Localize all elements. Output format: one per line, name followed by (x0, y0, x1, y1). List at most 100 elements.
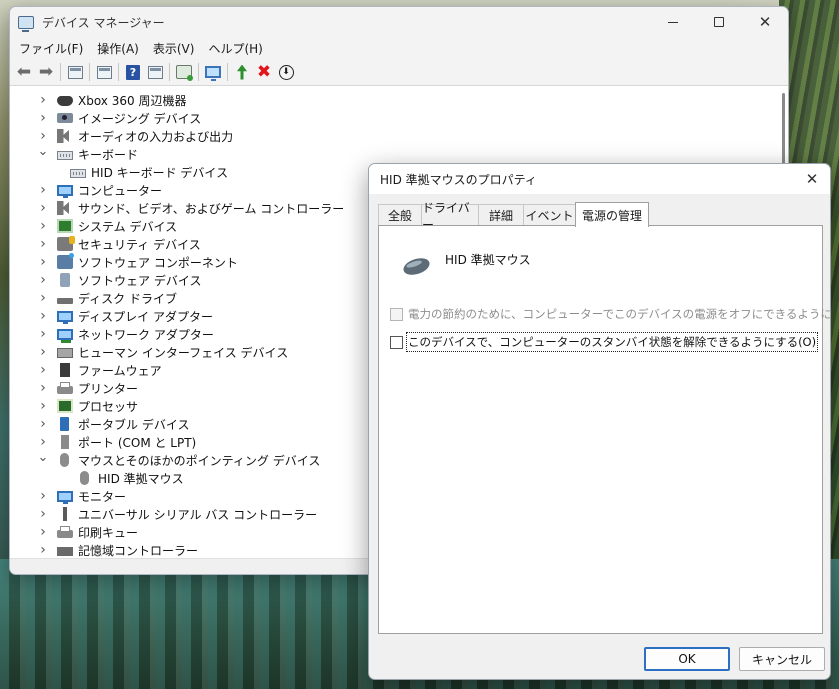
chevron-right-icon[interactable]: › (36, 380, 50, 396)
tree-category-item[interactable]: › ソフトウェア デバイス (36, 271, 201, 289)
tab-power-management[interactable]: 電源の管理 (575, 202, 649, 227)
menu-help[interactable]: ヘルプ(H) (201, 40, 269, 57)
mouse-icon (401, 254, 432, 278)
tree-category-item[interactable]: › セキュリティ デバイス (36, 235, 201, 253)
tree-category-item[interactable]: › ディスプレイ アダプター (36, 307, 213, 325)
tree-category-item[interactable]: › ポート (COM と LPT) (36, 433, 196, 451)
chevron-right-icon[interactable]: › (36, 434, 50, 450)
chevron-right-icon[interactable]: › (36, 218, 50, 234)
properties-button[interactable] (93, 61, 115, 83)
chevron-right-icon[interactable]: › (36, 344, 50, 360)
port-icon (61, 435, 69, 449)
dialog-close-button[interactable]: ✕ (794, 170, 830, 188)
security-icon (57, 236, 75, 251)
delete-x-icon: ✖ (256, 61, 272, 82)
tree-device-item[interactable]: HID キーボード デバイス (70, 163, 228, 181)
ok-button[interactable]: OK (644, 647, 730, 671)
chevron-right-icon[interactable]: › (36, 272, 50, 288)
uninstall-device-button[interactable]: ✖ (253, 61, 275, 83)
device-name: HID 準拠マウス (445, 253, 531, 267)
update-driver-button[interactable] (231, 61, 253, 83)
chevron-right-icon[interactable]: › (36, 488, 50, 504)
chevron-right-icon[interactable]: › (36, 128, 50, 144)
chevron-right-icon[interactable]: › (36, 92, 50, 108)
action-pane-button[interactable] (144, 61, 166, 83)
tree-category-item[interactable]: › ネットワーク アダプター (36, 325, 214, 343)
tree-category-item[interactable]: › Xbox 360 周辺機器 (36, 91, 186, 109)
toolbar-separator (60, 63, 61, 81)
chevron-right-icon[interactable]: › (36, 236, 50, 252)
tree-category-item[interactable]: › イメージング デバイス (36, 109, 201, 127)
tree-category-item[interactable]: › モニター (36, 487, 126, 505)
tree-item-label: 印刷キュー (78, 525, 139, 540)
tab-general[interactable]: 全般 (378, 204, 422, 226)
forward-button[interactable]: ➡ (35, 61, 57, 83)
cpu-icon (57, 399, 73, 413)
tree-category-item[interactable]: › 記憶域コントローラー (36, 541, 198, 558)
tree-category-item[interactable]: › ソフトウェア コンポーネント (36, 253, 238, 271)
dialog-titlebar[interactable]: HID 準拠マウスのプロパティ ✕ (369, 164, 830, 194)
tree-category-item[interactable]: › 印刷キュー (36, 523, 138, 541)
tree-category-item[interactable]: ⌄ マウスとそのほかのポインティング デバイス (36, 450, 321, 469)
tab-driver[interactable]: ドライバー (421, 201, 479, 232)
menu-view[interactable]: 表示(V) (146, 40, 202, 57)
chevron-right-icon[interactable]: › (36, 416, 50, 432)
tree-category-item[interactable]: › ユニバーサル シリアル バス コントローラー (36, 505, 317, 523)
wake-label[interactable]: このデバイスで、コンピューターのスタンバイ状態を解除できるようにする(O) (405, 332, 819, 352)
tree-item-label: モニター (78, 489, 127, 504)
tree-item-label: HID 準拠マウス (98, 471, 184, 486)
device-manager-icon (18, 15, 34, 32)
menu-action[interactable]: 操作(A) (90, 40, 146, 57)
chevron-right-icon[interactable]: › (36, 308, 50, 324)
tree-category-item[interactable]: › プロセッサ (36, 397, 138, 415)
tree-category-item[interactable]: ⌄ キーボード (36, 144, 138, 163)
tree-category-item[interactable]: › ファームウェア (36, 361, 161, 379)
computer-view-button[interactable] (202, 61, 224, 83)
menu-file[interactable]: ファイル(F) (12, 40, 90, 57)
tree-item-label: ユニバーサル シリアル バス コントローラー (78, 507, 318, 522)
tree-category-item[interactable]: › ディスク ドライブ (36, 289, 177, 307)
back-arrow-icon: ⬅ (16, 61, 32, 82)
wake-checkbox[interactable] (390, 335, 403, 349)
chevron-right-icon[interactable]: › (36, 524, 50, 540)
tree-category-item[interactable]: › ヒューマン インターフェイス デバイス (36, 343, 288, 361)
chevron-down-icon[interactable]: ⌄ (36, 144, 50, 159)
disable-device-button[interactable]: ⬇ (275, 61, 297, 83)
tab-events[interactable]: イベント (523, 204, 576, 226)
back-button[interactable]: ⬅ (13, 61, 35, 83)
show-hide-console-tree-button[interactable] (64, 61, 86, 83)
minimize-button[interactable] (650, 7, 696, 37)
chevron-right-icon[interactable]: › (36, 362, 50, 378)
scan-hardware-button[interactable] (173, 61, 195, 83)
maximize-button[interactable] (696, 7, 742, 37)
chevron-down-icon[interactable]: ⌄ (36, 450, 50, 465)
chevron-right-icon[interactable]: › (36, 506, 50, 522)
chevron-right-icon[interactable]: › (36, 326, 50, 342)
power-saving-checkbox[interactable] (390, 307, 403, 321)
chevron-right-icon[interactable]: › (36, 110, 50, 126)
chevron-right-icon[interactable]: › (36, 200, 50, 216)
chevron-right-icon[interactable]: › (36, 290, 50, 306)
tree-item-label: オーディオの入力および出力 (78, 129, 234, 144)
cancel-button[interactable]: キャンセル (739, 647, 825, 671)
tree-category-item[interactable]: › プリンター (36, 379, 138, 397)
tree-device-item[interactable]: HID 準拠マウス (70, 469, 184, 487)
chevron-right-icon[interactable]: › (36, 182, 50, 198)
tree-category-item[interactable]: › オーディオの入力および出力 (36, 127, 233, 145)
toolbar-separator (118, 63, 119, 81)
close-button[interactable]: ✕ (742, 7, 788, 37)
tree-category-item[interactable]: › サウンド、ビデオ、およびゲーム コントローラー (36, 199, 344, 217)
chevron-right-icon[interactable]: › (36, 542, 50, 558)
tab-details[interactable]: 詳細 (478, 204, 524, 226)
mouse-icon (60, 453, 69, 467)
chevron-right-icon[interactable]: › (36, 254, 50, 270)
tree-category-item[interactable]: › システム デバイス (36, 217, 177, 235)
tree-category-item[interactable]: › コンピューター (36, 181, 162, 199)
chevron-right-icon[interactable]: › (36, 398, 50, 414)
titlebar[interactable]: デバイス マネージャー ✕ (10, 7, 788, 37)
tree-item-label: ヒューマン インターフェイス デバイス (78, 345, 289, 360)
tree-item-label: マウスとそのほかのポインティング デバイス (78, 453, 321, 468)
tree-category-item[interactable]: › ポータブル デバイス (36, 415, 189, 433)
help-button[interactable]: ? (122, 61, 144, 83)
tree-item-label: プリンター (78, 381, 139, 396)
